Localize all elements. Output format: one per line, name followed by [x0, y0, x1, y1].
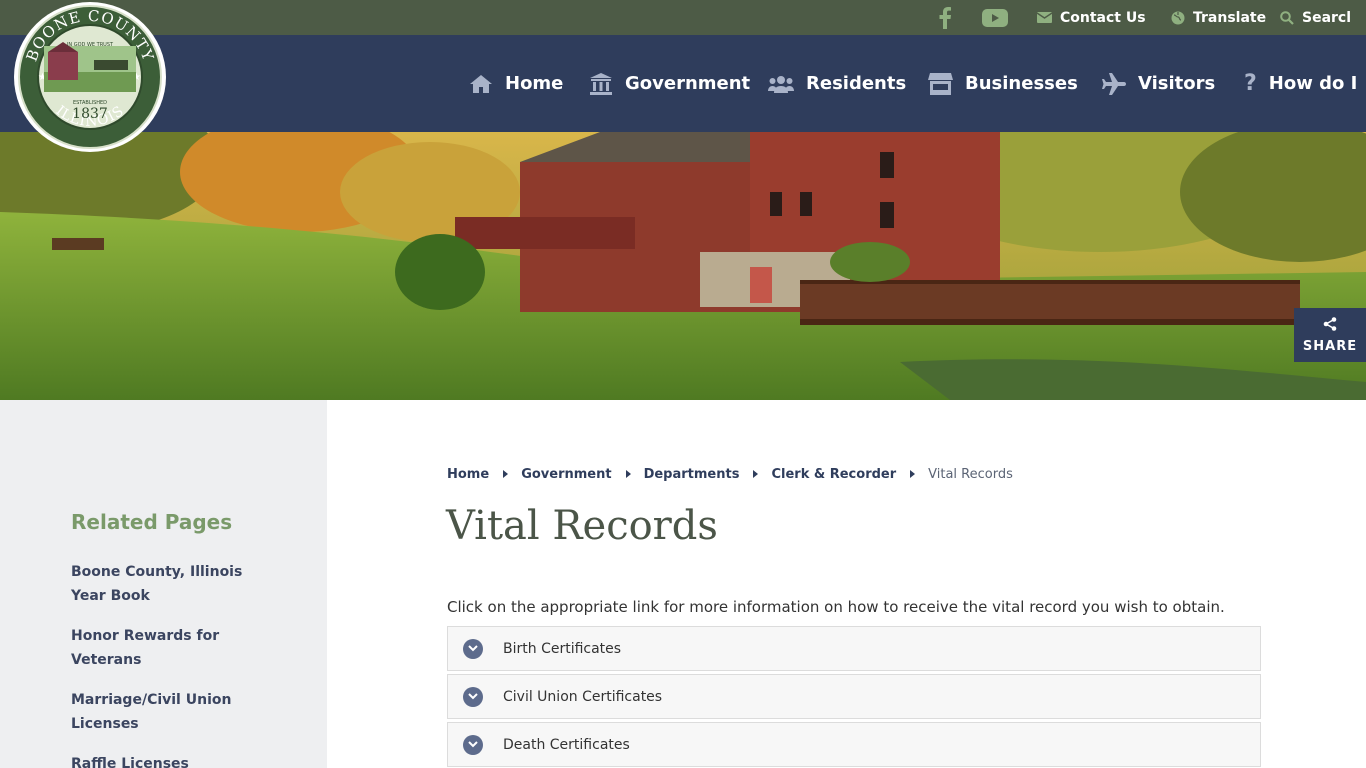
sidebar-link-honor-rewards[interactable]: Honor Rewards for Veterans	[71, 624, 271, 672]
nav-home[interactable]: Home	[469, 35, 563, 132]
chevron-down-icon	[463, 734, 483, 755]
breadcrumb-separator-icon	[910, 470, 916, 478]
utility-bar: Contact Us Translate Searcl	[0, 0, 1366, 35]
breadcrumb-departments[interactable]: Departments	[644, 467, 740, 482]
seal-motto: IN GOD WE TRUST	[67, 42, 114, 48]
search-label: Searcl	[1302, 9, 1352, 26]
facebook-link[interactable]	[938, 0, 960, 35]
page-title: Vital Records	[446, 503, 718, 549]
home-icon	[469, 74, 493, 94]
sidebar-link-raffle-licenses[interactable]: Raffle Licenses	[71, 752, 271, 768]
sidebar-link-marriage-licenses[interactable]: Marriage/Civil Union Licenses	[71, 688, 271, 736]
breadcrumb-current: Vital Records	[928, 466, 1013, 482]
chevron-down-icon	[463, 638, 483, 659]
county-seal-logo[interactable]: BOONE COUNTY ILLINOIS ★ ★ IN GOD WE TRUS…	[14, 2, 166, 152]
share-button[interactable]: SHARE	[1294, 308, 1366, 362]
facebook-icon	[938, 6, 952, 29]
question-icon: ?	[1244, 71, 1257, 96]
accordion-civil-union-certificates[interactable]: Civil Union Certificates	[447, 674, 1261, 719]
breadcrumb: Home Government Departments Clerk & Reco…	[447, 464, 1013, 484]
nav-how-do-i[interactable]: ? How do I	[1244, 35, 1357, 132]
breadcrumb-separator-icon	[503, 470, 509, 478]
nav-how-do-i-label: How do I	[1268, 73, 1358, 94]
nav-government[interactable]: Government	[589, 35, 750, 132]
sidebar-link-year-book[interactable]: Boone County, Illinois Year Book	[71, 560, 271, 608]
search-icon	[1280, 10, 1294, 25]
breadcrumb-government[interactable]: Government	[521, 467, 611, 482]
share-label: SHARE	[1302, 339, 1358, 354]
youtube-link[interactable]	[982, 0, 1016, 35]
nav-businesses[interactable]: Businesses	[928, 35, 1078, 132]
accordion-birth-certificates[interactable]: Birth Certificates	[447, 626, 1261, 671]
breadcrumb-home[interactable]: Home	[447, 467, 489, 482]
store-icon	[928, 72, 953, 95]
nav-visitors-label: Visitors	[1138, 73, 1216, 94]
hero-image	[0, 132, 1366, 400]
plane-icon	[1102, 72, 1126, 95]
breadcrumb-separator-icon	[753, 470, 759, 478]
breadcrumb-separator-icon	[625, 470, 631, 478]
sidebar: Related Pages Boone County, Illinois Yea…	[0, 400, 327, 768]
nav-home-label: Home	[505, 73, 564, 94]
accordion-label: Birth Certificates	[503, 640, 622, 657]
nav-visitors[interactable]: Visitors	[1102, 35, 1215, 132]
translate-label: Translate	[1193, 9, 1267, 26]
nav-businesses-label: Businesses	[965, 73, 1078, 94]
main-navigation: Home Government Residents Businesses Vis…	[0, 35, 1366, 132]
accordion-label: Civil Union Certificates	[503, 688, 663, 705]
accordion-death-certificates[interactable]: Death Certificates	[447, 722, 1261, 767]
accordion-label: Death Certificates	[503, 736, 630, 753]
nav-residents[interactable]: Residents	[768, 35, 906, 132]
envelope-icon	[1037, 12, 1052, 23]
nav-residents-label: Residents	[806, 73, 907, 94]
building-icon	[589, 72, 613, 95]
breadcrumb-clerk-recorder[interactable]: Clerk & Recorder	[771, 467, 896, 482]
share-icon	[1323, 316, 1337, 335]
seal-year: 1837	[72, 106, 108, 122]
chevron-down-icon	[463, 686, 483, 707]
youtube-icon	[982, 8, 1008, 27]
globe-icon	[1171, 11, 1185, 25]
translate-link[interactable]: Translate	[1171, 0, 1266, 35]
nav-government-label: Government	[625, 73, 751, 94]
search-link[interactable]: Searcl	[1280, 0, 1351, 35]
contact-us-label: Contact Us	[1060, 9, 1146, 26]
related-pages-heading: Related Pages	[71, 510, 233, 534]
contact-us-link[interactable]: Contact Us	[1037, 0, 1146, 35]
people-icon	[768, 75, 794, 93]
intro-text: Click on the appropriate link for more i…	[447, 598, 1225, 616]
